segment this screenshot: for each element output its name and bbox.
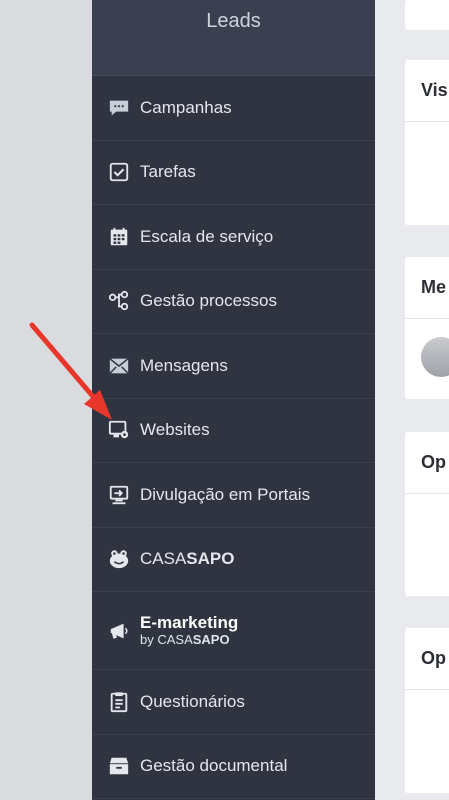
megaphone-icon [108, 620, 130, 642]
card-title: Op [405, 628, 449, 690]
card: Op [405, 432, 449, 596]
main-content: Vis Me Op Op [375, 0, 449, 800]
card: Op [405, 628, 449, 793]
sidebar-item-escala[interactable]: Escala de serviço [92, 205, 375, 270]
card: Me [405, 257, 449, 399]
sidebar-item-label: Divulgação em Portais [140, 484, 311, 504]
casasapo-bold: SAPO [186, 549, 235, 569]
sidebar-item-campanhas[interactable]: Campanhas [92, 76, 375, 141]
sidebar-item-websites[interactable]: Websites [92, 399, 375, 463]
sidebar-item-tarefas[interactable]: Tarefas [92, 141, 375, 205]
envelope-icon [108, 355, 130, 377]
emarketing-labels: E-marketing by CASASAPO [140, 613, 238, 647]
workflow-icon [108, 290, 130, 312]
monitor-share-icon [108, 484, 130, 506]
sidebar-item-label: Campanhas [140, 97, 232, 117]
emarketing-title: E-marketing [140, 613, 239, 633]
sidebar: Leads Campanhas Tarefas Escala de serviç… [92, 0, 375, 800]
calendar-icon [108, 226, 130, 248]
avatar[interactable] [421, 337, 449, 377]
emarketing-subtitle: by CASASAPO [140, 631, 238, 648]
sidebar-item-label: Escala de serviço [140, 226, 274, 246]
emarketing-sub-prefix: by CASA [140, 631, 193, 647]
casasapo-frog-icon [108, 548, 130, 570]
sidebar-item-label: Websites [140, 420, 210, 440]
emarketing-sub-bold: SAPO [192, 631, 230, 647]
chat-bubble-icon [108, 97, 130, 119]
sidebar-header[interactable]: Leads [92, 0, 375, 76]
casasapo-prefix: CASA [140, 549, 187, 569]
sidebar-header-title: Leads [206, 10, 261, 32]
sidebar-item-casasapo[interactable]: CASASAPO [92, 528, 375, 592]
sidebar-item-gestao-documental[interactable]: Gestão documental [92, 735, 375, 799]
card-title: Vis [405, 60, 449, 122]
card-title: Op [405, 432, 449, 494]
monitor-gear-icon [108, 419, 130, 441]
sidebar-item-processos[interactable]: Gestão processos [92, 270, 375, 334]
sidebar-item-label: Tarefas [140, 162, 196, 182]
sidebar-item-label: Gestão processos [140, 291, 278, 311]
sidebar-item-divulgacao[interactable]: Divulgação em Portais [92, 463, 375, 528]
sidebar-item-label: Gestão documental [140, 756, 288, 776]
left-gutter [0, 0, 92, 800]
checkbox-icon [108, 161, 130, 183]
sidebar-item-emarketing[interactable]: E-marketing by CASASAPO [92, 592, 375, 670]
archive-box-icon [108, 755, 130, 777]
clipboard-icon [108, 691, 130, 713]
card [405, 0, 449, 30]
card-title: Me [405, 257, 449, 319]
sidebar-item-questionarios[interactable]: Questionários [92, 670, 375, 735]
sidebar-item-mensagens[interactable]: Mensagens [92, 334, 375, 399]
sidebar-item-label: Mensagens [140, 355, 228, 375]
sidebar-item-label: CASASAPO [140, 549, 234, 569]
card: Vis [405, 60, 449, 225]
sidebar-item-label: Questionários [140, 691, 245, 711]
